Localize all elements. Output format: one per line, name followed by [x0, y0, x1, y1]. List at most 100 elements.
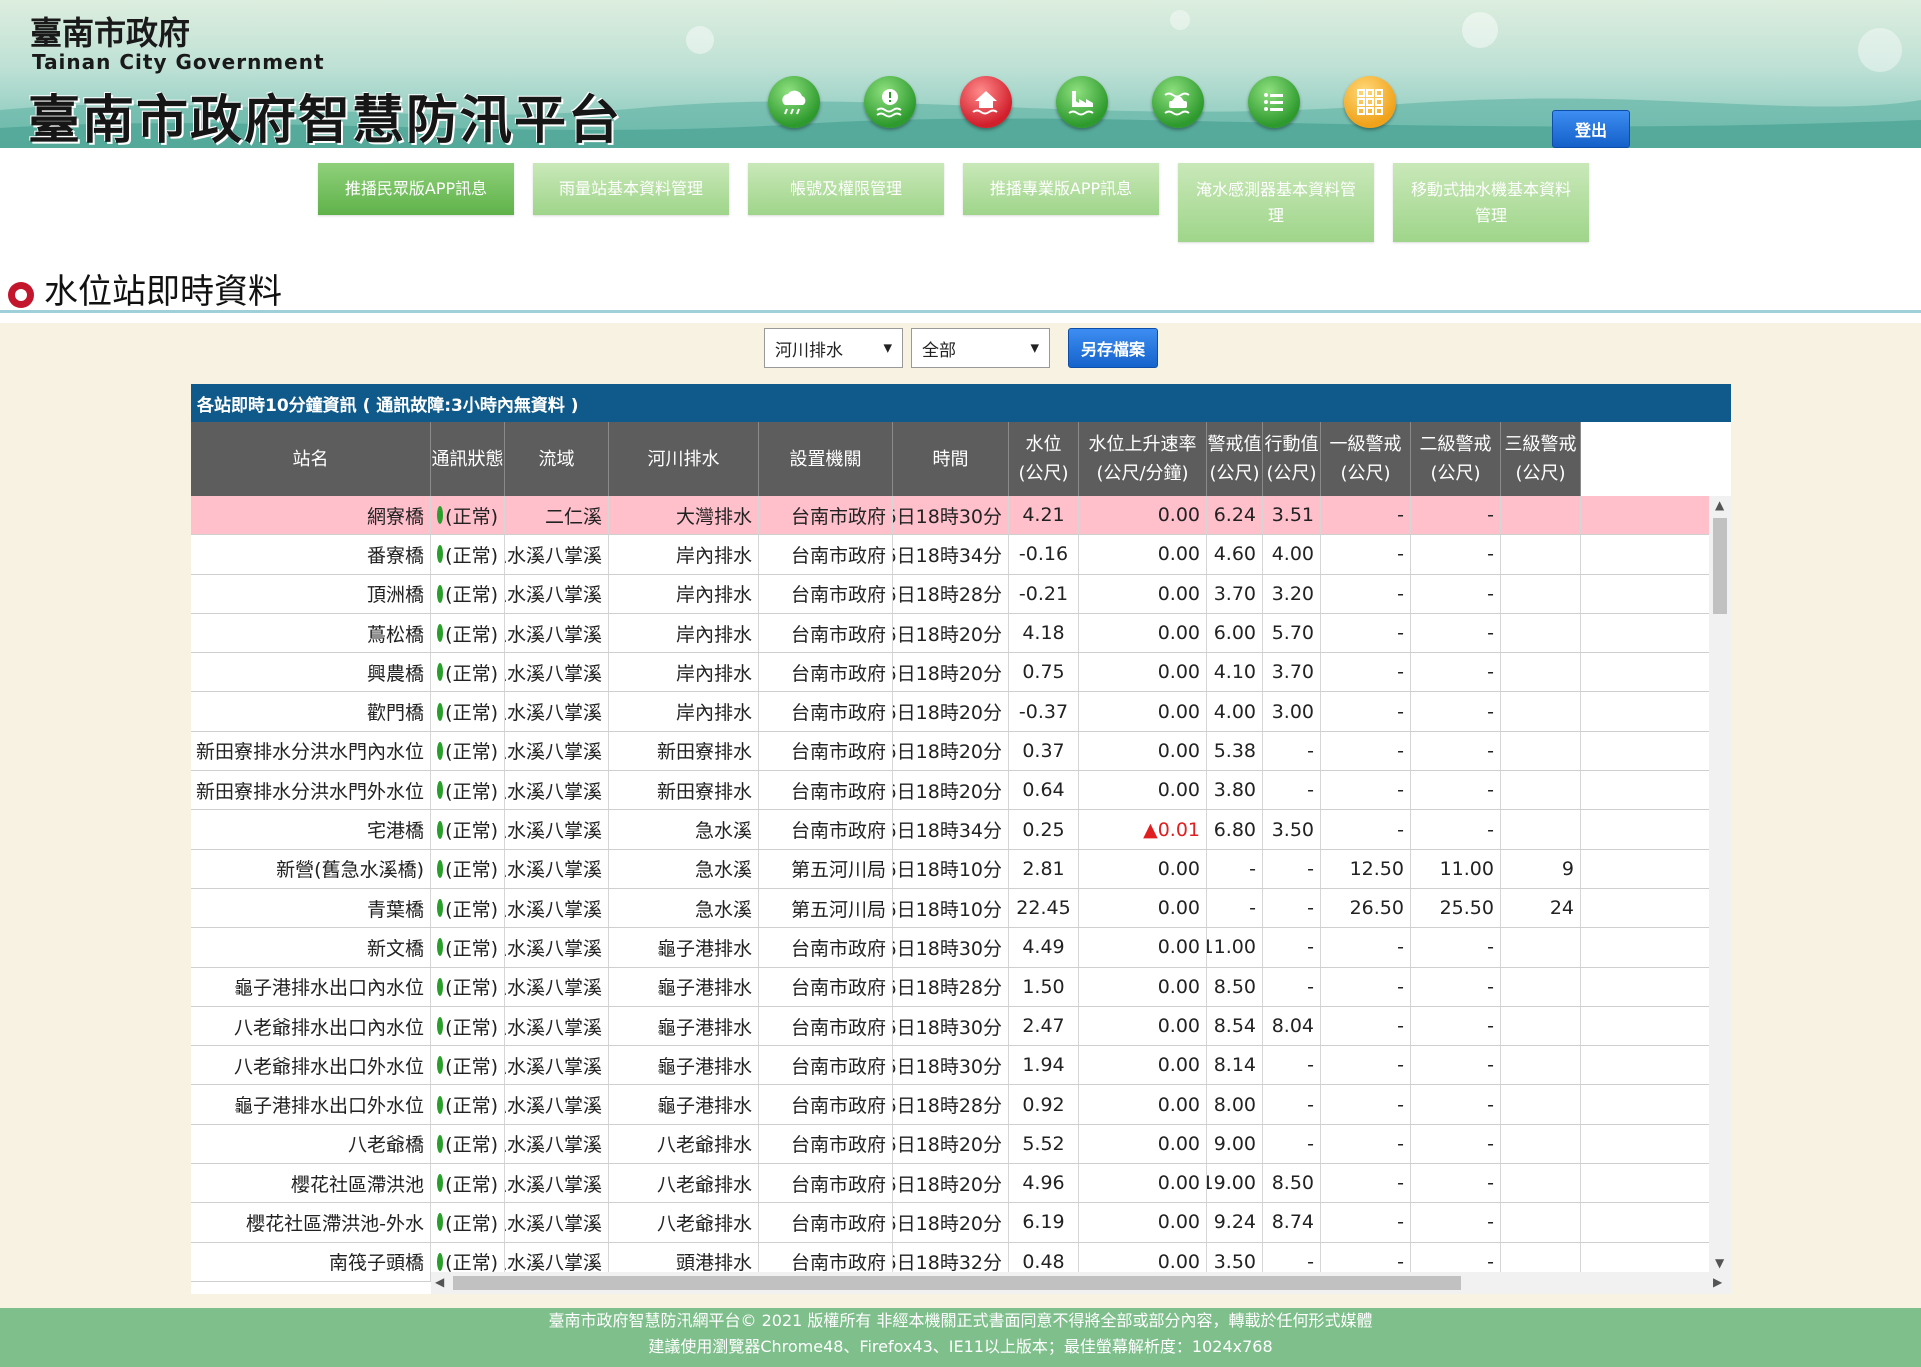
table-cell: - [1321, 692, 1411, 731]
table-row[interactable]: 新營(舊急水溪橋) (正常) 急水溪八掌溪急水溪第五河川局06日18時10分2.81… [191, 849, 1709, 889]
table-cell: 4.49 [1009, 928, 1079, 967]
table-row[interactable]: 興農橋 (正常) 急水溪八掌溪岸內排水台南市政府06日18時20分0.750.004… [191, 653, 1709, 693]
status-text: (正常) [445, 544, 498, 567]
table-cell: 5.52 [1009, 1124, 1079, 1164]
table-row[interactable]: 新田寮排水分洪水門外水位 (正常) 急水溪八掌溪新田寮排水台南市政府06日18時20… [191, 771, 1709, 811]
table-row[interactable]: 八老爺排水出口內水位 (正常) 急水溪八掌溪龜子港排水台南市政府06日18時30分2… [191, 1006, 1709, 1047]
status-normal-icon [437, 1213, 444, 1232]
table-cell: - [1321, 613, 1411, 653]
table-cell: 台南市政府 [759, 967, 893, 1006]
table-cell: - [1263, 731, 1321, 771]
table-cell: 0.00 [1079, 731, 1207, 771]
vertical-scroll-thumb[interactable] [1713, 518, 1727, 614]
grid-icon[interactable] [1344, 76, 1396, 128]
status-normal-icon [437, 899, 444, 918]
house-flood-icon[interactable] [960, 76, 1012, 128]
status-normal-icon [437, 702, 444, 721]
table-cell: 4.00 [1263, 535, 1321, 574]
table-row[interactable]: 龜子港排水出口內水位 (正常) 急水溪八掌溪龜子港排水台南市政府06日18時28分1… [191, 967, 1709, 1007]
table-cell [1501, 1203, 1581, 1242]
table-cell: 25.50 [1411, 888, 1501, 928]
table-cell: 06日18時20分 [893, 613, 1009, 653]
table-caption: 各站即時10分鐘資訊 ( 通訊故障:3小時內無資料 ) [191, 384, 1731, 422]
status-normal-icon [437, 506, 444, 525]
table-cell: 06日18時20分 [893, 653, 1009, 692]
table-cell: (正常) [431, 496, 505, 535]
table-cell: 8.50 [1207, 967, 1263, 1006]
table-cell: - [1411, 1203, 1501, 1242]
table-row[interactable]: 番寮橋 (正常) 急水溪八掌溪岸內排水台南市政府06日18時34分-0.160.00… [191, 535, 1709, 575]
table-row[interactable]: 蔦松橋 (正常) 急水溪八掌溪岸內排水台南市政府06日18時20分4.180.006… [191, 613, 1709, 654]
scroll-left-icon[interactable]: ◀ [435, 1275, 444, 1289]
nav-icons [768, 76, 1396, 128]
status-normal-icon [437, 938, 444, 957]
scroll-up-icon[interactable]: ▲ [1715, 498, 1724, 512]
table-row[interactable]: 網寮橋 (正常) 二仁溪大灣排水台南市政府06日18時30分4.210.006.24… [191, 496, 1709, 536]
status-normal-icon [437, 1174, 444, 1193]
table-row[interactable]: 新文橋 (正常) 急水溪八掌溪龜子港排水台南市政府06日18時30分4.490.00… [191, 928, 1709, 968]
table-row[interactable]: 宅港橋 (正常) 急水溪八掌溪急水溪台南市政府06日18時34分0.25▲0.016… [191, 810, 1709, 850]
cloud-rain-icon[interactable] [768, 76, 820, 128]
horizontal-scroll-thumb[interactable] [453, 1276, 1461, 1290]
save-file-button[interactable]: 另存檔案 [1068, 328, 1158, 368]
table-cell: 新田寮排水分洪水門外水位 [191, 771, 431, 810]
table-cell: - [1411, 810, 1501, 849]
table-cell [1501, 928, 1581, 967]
menu-mobile-pump-admin[interactable]: 移動式抽水機基本資料管理 [1393, 163, 1589, 242]
alert-flood-icon[interactable] [864, 76, 916, 128]
scroll-down-icon[interactable]: ▼ [1715, 1256, 1724, 1270]
table-cell [1501, 1085, 1581, 1124]
status-text: (正常) [445, 780, 498, 803]
menu-flood-sensor-admin[interactable]: 淹水感測器基本資料管理 [1178, 163, 1374, 242]
horizontal-scrollbar[interactable]: ◀ ▶ [431, 1272, 1731, 1294]
table-cell: 台南市政府 [759, 731, 893, 771]
org-name-cn: 臺南市政府 [30, 14, 191, 52]
status-text: (正常) [445, 859, 498, 882]
table-cell: 急水溪八掌溪 [505, 810, 609, 849]
table-cell: 4.10 [1207, 653, 1263, 692]
menu-account-permission[interactable]: 帳號及權限管理 [748, 163, 944, 215]
table-row[interactable]: 櫻花社區滯洪池-外水 (正常) 急水溪八掌溪八老爺排水台南市政府06日18時20分6… [191, 1203, 1709, 1243]
table-cell: 急水溪八掌溪 [505, 1046, 609, 1085]
menu-push-pro-app[interactable]: 推播專業版APP訊息 [963, 163, 1159, 215]
car-flood-icon[interactable] [1152, 76, 1204, 128]
table-row[interactable]: 歡門橋 (正常) 急水溪八掌溪岸內排水台南市政府06日18時20分-0.370.00… [191, 692, 1709, 732]
table-cell: 0.00 [1079, 574, 1207, 613]
table-cell: 0.64 [1009, 771, 1079, 810]
table-row[interactable]: 櫻花社區滯洪池 (正常) 急水溪八掌溪八老爺排水台南市政府06日18時20分4.96… [191, 1164, 1709, 1204]
table-body[interactable]: 網寮橋(正常)二仁溪大灣排水台南市政府06日18時30分4.210.006.24… [191, 496, 1709, 1282]
table-row[interactable]: 新田寮排水分洪水門內水位 (正常) 急水溪八掌溪新田寮排水台南市政府06日18時20… [191, 731, 1709, 772]
vertical-scrollbar[interactable]: ▲ ▼ [1709, 496, 1731, 1272]
status-normal-icon [437, 545, 444, 564]
table-row[interactable]: 龜子港排水出口外水位(正常)急水溪八掌溪龜子港排水台南市政府06日18時28分0… [191, 1085, 1709, 1125]
table-cell: (正常) [431, 967, 505, 1006]
table-row[interactable]: 八老爺橋 (正常) 急水溪八掌溪八老爺排水台南市政府06日18時20分5.520.0… [191, 1124, 1709, 1165]
table-cell: (正常) [431, 771, 505, 810]
table-cell: 0.00 [1079, 928, 1207, 967]
status-text: (正常) [445, 662, 498, 685]
table-row[interactable]: 青葉橋(正常)急水溪八掌溪急水溪第五河川局06日18時10分22.450.00-… [191, 888, 1709, 929]
table-cell: (正常) [431, 613, 505, 653]
table-cell: 4.96 [1009, 1164, 1079, 1203]
table-cell: 06日18時10分 [893, 888, 1009, 928]
status-normal-icon [437, 584, 444, 603]
table-row[interactable]: 頂洲橋 (正常) 急水溪八掌溪岸內排水台南市政府06日18時28分-0.210.00… [191, 574, 1709, 614]
menu-push-public-app[interactable]: 推播民眾版APP訊息 [318, 163, 514, 215]
table-cell: 0.00 [1079, 1203, 1207, 1242]
table-cell: - [1321, 771, 1411, 810]
table-cell: - [1263, 771, 1321, 810]
table-cell: 0.00 [1079, 888, 1207, 928]
table-cell: 11.00 [1411, 849, 1501, 888]
menu-rain-station-admin[interactable]: 雨量站基本資料管理 [533, 163, 729, 215]
list-icon[interactable] [1248, 76, 1300, 128]
status-normal-icon [437, 1252, 444, 1271]
scroll-right-icon[interactable]: ▶ [1713, 1275, 1722, 1289]
logout-button[interactable]: 登出 [1552, 110, 1630, 148]
table-row[interactable]: 八老爺排水出口外水位 (正常) 急水溪八掌溪龜子港排水台南市政府06日18時30分1… [191, 1046, 1709, 1086]
category-select[interactable]: 河川排水 ▾ [764, 328, 903, 368]
factory-flood-icon[interactable] [1056, 76, 1108, 128]
table-cell: - [1263, 1046, 1321, 1085]
area-select[interactable]: 全部 ▾ [911, 328, 1050, 368]
table-cell: 19.00 [1207, 1164, 1263, 1203]
menu-flood-sensor-label: 淹水感測器基本資料管理 [1195, 179, 1356, 225]
